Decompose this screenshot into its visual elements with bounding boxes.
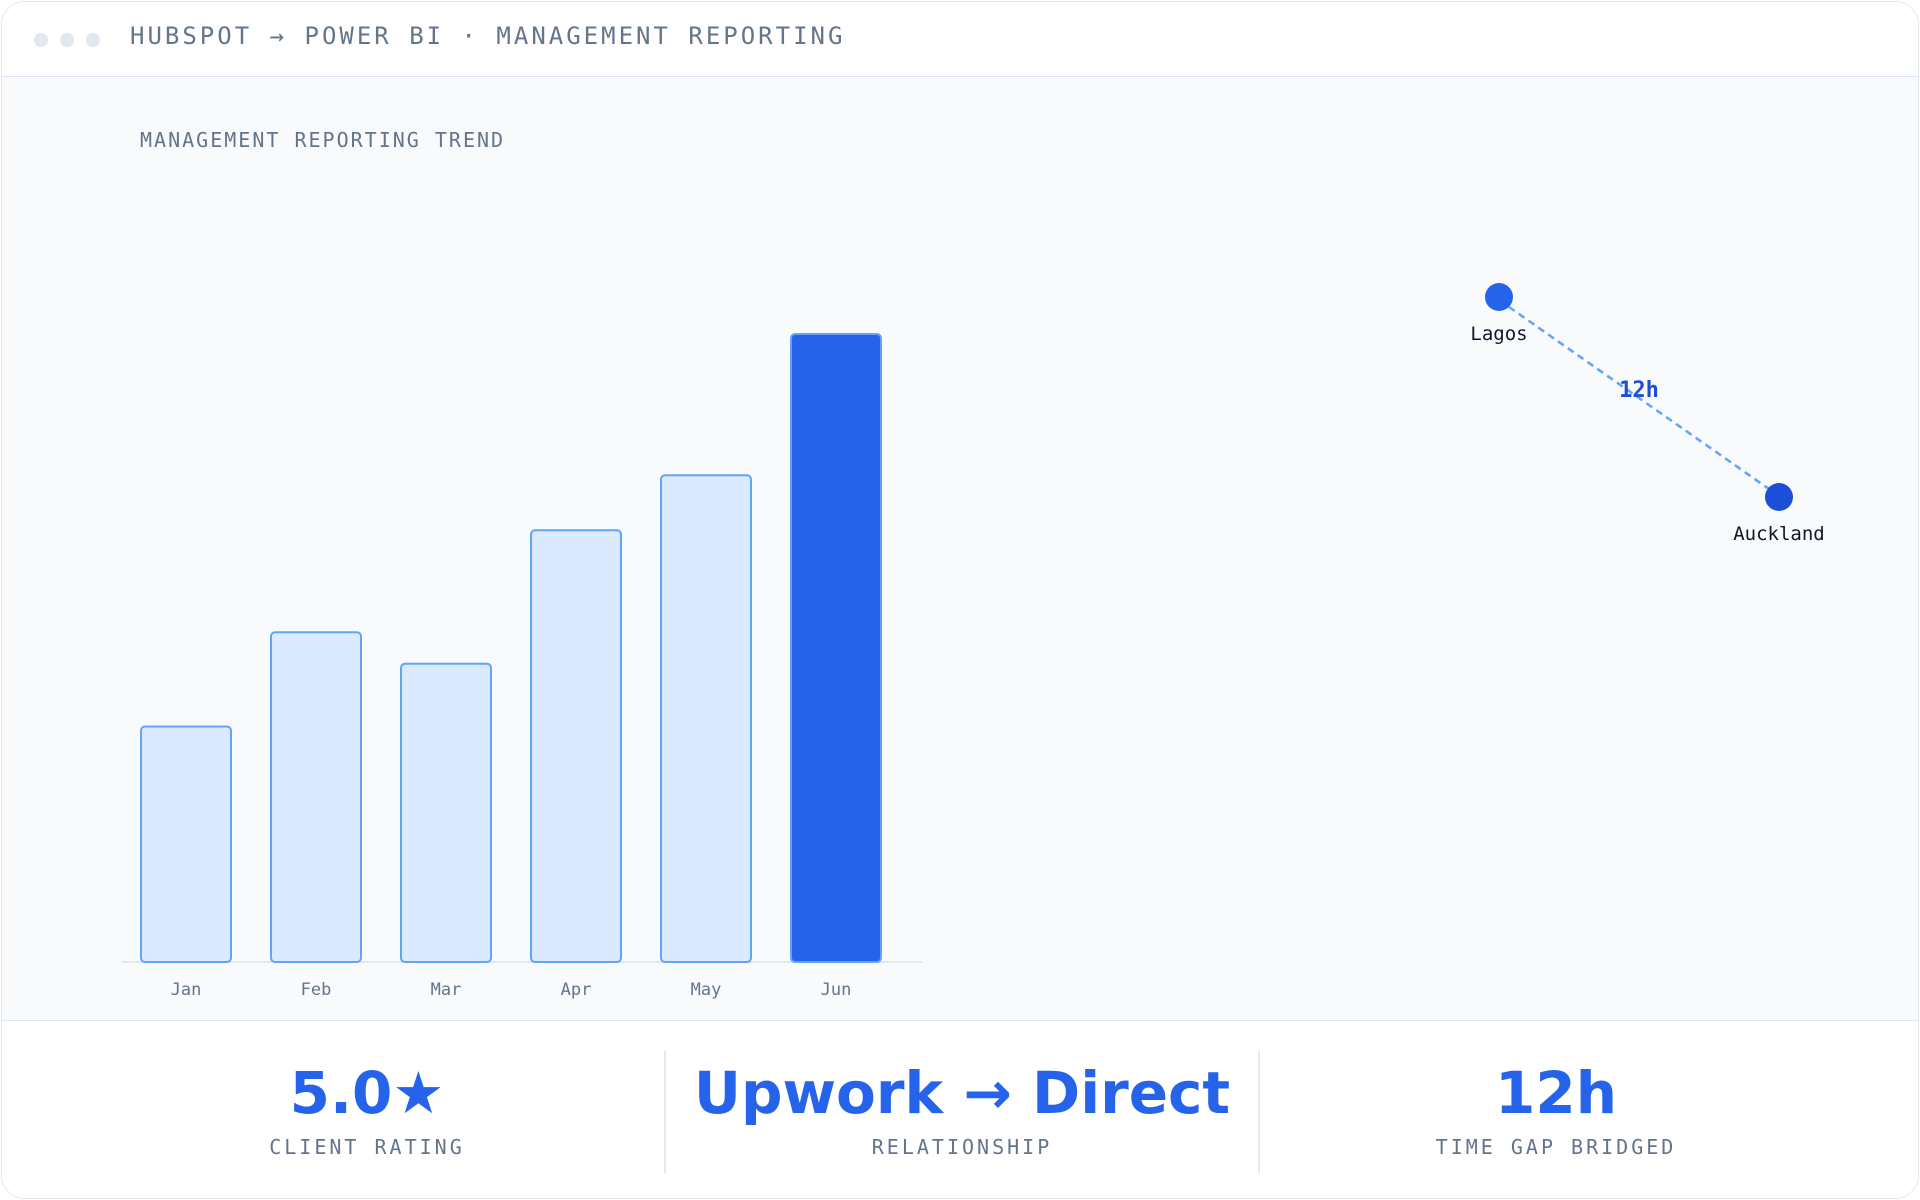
bars-layer: Jan Feb Mar Apr May Jun — [122, 333, 922, 1000]
bar-jan — [140, 725, 232, 963]
stat-relationship: Upwork → Direct RELATIONSHIP — [666, 1021, 1258, 1198]
time-gap-value: 12h — [1494, 1059, 1617, 1127]
x-tick-label: Feb — [301, 980, 332, 1000]
stat-client-rating: 5.0★ CLIENT RATING — [42, 1021, 692, 1198]
x-tick-label: Apr — [561, 980, 592, 1000]
bar-may — [660, 474, 752, 963]
x-tick-label: Mar — [431, 980, 462, 1000]
bar-mar — [400, 662, 492, 963]
client-rating-label: CLIENT RATING — [269, 1135, 465, 1159]
auckland-label: Auckland — [1733, 523, 1825, 545]
lagos-label: Lagos — [1470, 323, 1527, 345]
reporting-trend-chart: Jan Feb Mar Apr May Jun Lagos Auckland 12h — [122, 283, 1825, 1000]
x-tick-label: May — [691, 980, 722, 1000]
bar-apr — [530, 529, 622, 963]
app-window: HUBSPOT → POWER BI · MANAGEMENT REPORTIN… — [1, 1, 1919, 1199]
bar-feb — [270, 631, 362, 963]
stat-time-gap: 12h TIME GAP BRIDGED — [1260, 1021, 1852, 1198]
timezone-connection: Lagos Auckland 12h — [1470, 283, 1825, 545]
relationship-value: Upwork → Direct — [693, 1059, 1231, 1127]
lagos-dot — [1485, 283, 1513, 311]
bar-jun — [790, 333, 882, 963]
relationship-label: RELATIONSHIP — [871, 1135, 1053, 1159]
x-tick-label: Jun — [821, 980, 852, 1000]
client-rating-value: 5.0★ — [289, 1059, 445, 1127]
stats-footer: 5.0★ CLIENT RATING Upwork → Direct RELAT… — [2, 1020, 1918, 1198]
time-gap-label: 12h — [1619, 378, 1659, 403]
x-tick-label: Jan — [171, 980, 202, 1000]
time-gap-bridged-label: TIME GAP BRIDGED — [1435, 1135, 1677, 1159]
auckland-dot — [1765, 483, 1793, 511]
